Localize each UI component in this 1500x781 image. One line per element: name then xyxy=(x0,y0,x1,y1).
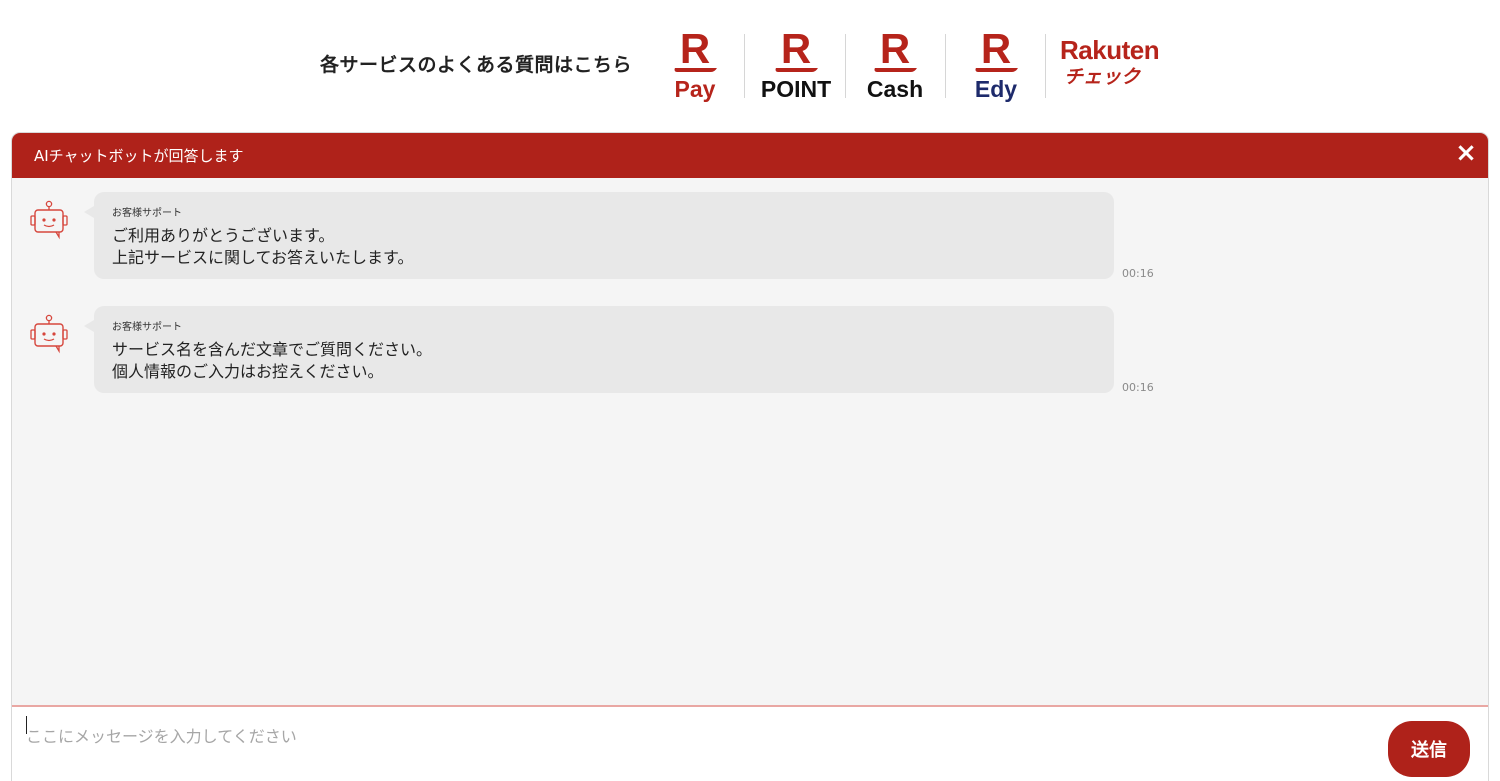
chat-message: お客様サポート サービス名を含んだ文章でご質問ください。 個人情報のご入力はお控… xyxy=(12,306,1488,406)
divider xyxy=(744,34,745,98)
service-name-point: POINT xyxy=(760,76,832,102)
chat-message: お客様サポート ご利用ありがとうございます。 上記サービスに関してお答えいたしま… xyxy=(12,192,1488,292)
rakuten-cash-link[interactable]: R Cash xyxy=(862,25,928,103)
close-icon[interactable]: × xyxy=(1452,139,1480,167)
message-input[interactable] xyxy=(26,721,1366,751)
robot-chat-icon xyxy=(30,314,68,354)
bot-message-bubble: お客様サポート サービス名を含んだ文章でご質問ください。 個人情報のご入力はお控… xyxy=(84,306,1114,393)
r-swoosh-decoration xyxy=(873,68,917,72)
r-swoosh-decoration xyxy=(774,68,818,72)
service-name-pay: Pay xyxy=(674,76,716,102)
robot-chat-icon xyxy=(30,200,68,240)
rakuten-r-logo: R xyxy=(980,25,1012,72)
faq-heading: 各サービスのよくある質問はこちら xyxy=(320,54,633,76)
divider xyxy=(1045,34,1046,98)
message-text: 個人情報のご入力はお控えください。 xyxy=(112,362,384,381)
message-text: ご利用ありがとうございます。 xyxy=(112,226,335,245)
message-input-bar: 送信 xyxy=(12,705,1488,781)
send-button[interactable]: 送信 xyxy=(1388,721,1470,777)
service-name-edy: Edy xyxy=(974,76,1018,102)
message-time: 00:16 xyxy=(1122,381,1154,394)
chatbot-window: AIチャットボットが回答します × お客様サポート ご利用ありがとうございます。… xyxy=(12,133,1488,781)
rakuten-wordmark: Rakuten xyxy=(1060,35,1160,65)
divider xyxy=(845,34,846,98)
r-swoosh-decoration xyxy=(974,68,1018,72)
service-name-cash: Cash xyxy=(866,76,924,102)
r-swoosh-decoration xyxy=(673,68,717,72)
rakuten-r-logo: R xyxy=(679,25,711,72)
bot-message-bubble: お客様サポート ご利用ありがとうございます。 上記サービスに関してお答えいたしま… xyxy=(84,192,1114,279)
rakuten-point-link[interactable]: R POINT xyxy=(760,25,832,103)
sender-name: お客様サポート xyxy=(112,322,182,333)
divider xyxy=(945,34,946,98)
chat-title: AIチャットボットが回答します xyxy=(34,147,244,165)
service-name-check: チェック xyxy=(1064,66,1141,88)
rakuten-pay-link[interactable]: R Pay xyxy=(666,25,724,102)
service-links-bar: 各サービスのよくある質問はこちら R Pay R POINT R Cash R … xyxy=(0,0,1500,132)
rakuten-r-logo: R xyxy=(879,25,911,72)
message-text: 上記サービスに関してお答えいたします。 xyxy=(112,248,414,267)
rakuten-check-link[interactable]: Rakuten チェック xyxy=(1060,36,1176,108)
message-time: 00:16 xyxy=(1122,267,1154,280)
sender-name: お客様サポート xyxy=(112,208,182,219)
rakuten-edy-link[interactable]: R Edy xyxy=(968,25,1024,102)
message-text: サービス名を含んだ文章でご質問ください。 xyxy=(112,340,433,359)
rakuten-r-logo: R xyxy=(780,25,812,72)
chat-header: AIチャットボットが回答します × xyxy=(12,133,1488,178)
